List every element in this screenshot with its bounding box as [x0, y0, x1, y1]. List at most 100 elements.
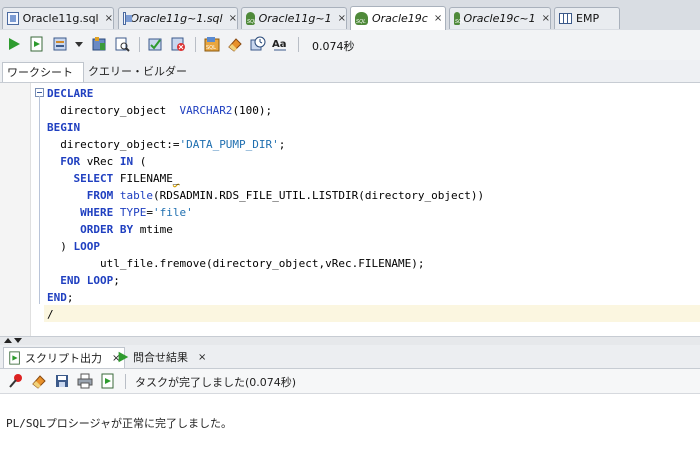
code-string: 'DATA_PUMP_DIR' [179, 138, 279, 151]
pin-icon[interactable] [8, 373, 24, 389]
code-keyword: BEGIN [47, 121, 81, 134]
code-line: directory_object:='DATA_PUMP_DIR'; [47, 136, 285, 153]
tab-label: スクリプト出力 [25, 352, 102, 365]
output-toolbar: タスクが完了しました(0.074秒) [0, 369, 700, 394]
eraser-icon[interactable] [31, 373, 47, 389]
code-token: mtime [133, 223, 173, 236]
close-icon[interactable]: × [542, 13, 550, 24]
tab-query-result[interactable]: 問合せ結果 × [112, 347, 210, 367]
save-icon[interactable] [54, 373, 70, 389]
cancel-icon[interactable] [170, 36, 186, 52]
code-string: 'file' [153, 206, 193, 219]
code-token: TYPE [119, 206, 147, 219]
rollback-icon[interactable] [91, 36, 107, 52]
code-token: table [119, 189, 153, 202]
code-token: = [146, 206, 153, 219]
code-line: ) LOOP [47, 238, 100, 255]
svg-text:SQL: SQL [206, 45, 216, 51]
commit-icon[interactable] [52, 36, 68, 52]
maximize-down-icon[interactable] [14, 338, 22, 343]
code-token: VARCHAR2 [179, 104, 233, 117]
code-keyword: IN [119, 155, 134, 168]
tab-script-output[interactable]: スクリプト出力 × [3, 347, 126, 368]
code-line: FOR vRec IN ( [47, 153, 146, 170]
code-token: utl_file.fremove(directory_object,vRec.F… [47, 257, 425, 270]
code-token: directory_object [47, 104, 180, 117]
tab-query-builder[interactable]: クエリー・ビルダー [84, 62, 191, 81]
close-icon[interactable]: × [105, 13, 113, 24]
worksheet-toolbar: SQL Aa 0.074秒 [0, 30, 700, 61]
code-editor[interactable]: DECLARE directory_object VARCHAR2(100); B… [0, 83, 700, 336]
code-keyword: FROM [86, 189, 114, 202]
tab-worksheet[interactable]: ワークシート [2, 62, 84, 82]
output-message: PL/SQLプロシージャが正常に完了しました。 [6, 417, 232, 430]
tab-label: Oracle19c [372, 12, 428, 25]
code-token: FILENAME [113, 172, 173, 185]
script-output-pane[interactable]: PL/SQLプロシージャが正常に完了しました。 [0, 394, 700, 459]
code-token: ; [66, 291, 74, 304]
document-tab-bar: Oracle11g.sql × Oracle11g~1.sql × Oracle… [0, 0, 700, 31]
close-icon[interactable]: × [338, 13, 346, 24]
code-token: (100); [232, 104, 273, 117]
tab-oracle19c-1[interactable]: Oracle19c~1 × [449, 7, 551, 29]
task-status: タスクが完了しました(0.074秒) [135, 376, 297, 389]
sql-file-icon [7, 12, 19, 25]
chevron-down-icon[interactable] [74, 36, 84, 52]
script-output-icon [9, 351, 20, 365]
run-script-icon[interactable] [29, 36, 45, 52]
tab-oracle11g-sql[interactable]: Oracle11g.sql × [2, 7, 114, 29]
code-token: ) [47, 240, 74, 253]
run-script-icon[interactable] [100, 373, 116, 389]
code-keyword: SELECT [73, 172, 114, 185]
sql-file-icon [123, 12, 134, 25]
toolbar-separator [139, 37, 140, 52]
format-case-icon[interactable]: Aa [272, 36, 288, 52]
tab-emp[interactable]: EMP [554, 7, 620, 29]
tab-label: Oracle11g.sql [22, 12, 99, 25]
explain-plan-icon[interactable] [114, 36, 130, 52]
fold-guide [39, 96, 40, 304]
tab-label: EMP [576, 12, 600, 25]
code-line: ORDER BY mtime [47, 221, 173, 238]
print-icon[interactable] [77, 373, 93, 389]
code-line: DECLARE [47, 85, 93, 102]
close-icon[interactable]: × [229, 13, 237, 24]
tab-oracle11g-1-sql[interactable]: Oracle11g~1.sql × [118, 7, 238, 29]
history-icon[interactable] [250, 36, 266, 52]
toolbar-separator [298, 37, 299, 52]
sql-connection-icon [355, 12, 368, 25]
tab-oracle11g-1[interactable]: Oracle11g~1 × [241, 7, 347, 29]
maximize-up-icon[interactable] [4, 338, 12, 343]
sql-connection-icon [246, 12, 256, 25]
tab-oracle19c[interactable]: Oracle19c × [350, 6, 446, 30]
code-line: utl_file.fremove(directory_object,vRec.F… [47, 255, 425, 272]
tab-label: 問合せ結果 [133, 351, 188, 364]
code-token: (RDSADMIN.RDS_FILE_UTIL.LISTDIR(director… [153, 189, 485, 202]
elapsed-time: 0.074秒 [312, 40, 355, 53]
code-token: directory_object:= [47, 138, 180, 151]
autotrace-icon[interactable] [147, 36, 163, 52]
svg-text:Aa: Aa [272, 39, 287, 50]
close-icon[interactable]: × [198, 352, 206, 363]
code-line: directory_object VARCHAR2(100); [47, 102, 272, 119]
run-statement-icon[interactable] [6, 36, 22, 52]
code-keyword: FOR [60, 155, 81, 168]
code-token: ( [133, 155, 147, 168]
code-line: BEGIN [47, 119, 80, 136]
current-line-highlight [44, 305, 700, 322]
code-token: _ [172, 172, 180, 185]
query-result-icon [118, 351, 129, 363]
code-line: WHERE TYPE='file' [47, 204, 193, 221]
toolbar-separator [195, 37, 196, 52]
close-icon[interactable]: × [434, 13, 442, 24]
sql-tuning-icon[interactable]: SQL [204, 36, 220, 52]
worksheet-subtabs: ワークシート クエリー・ビルダー [0, 60, 700, 83]
eraser-icon[interactable] [227, 36, 243, 52]
